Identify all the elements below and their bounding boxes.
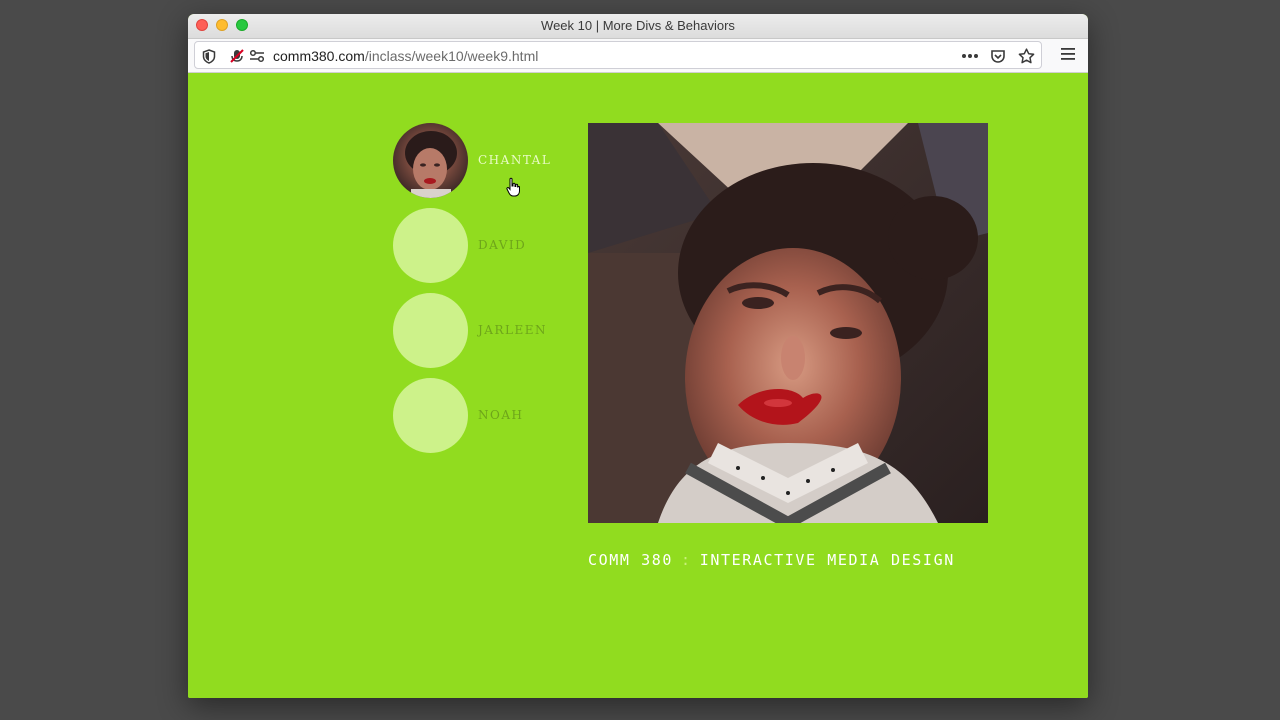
url-bar[interactable]: comm380.com/inclass/week10/week9.html — [194, 41, 1042, 69]
avatar-noah[interactable] — [393, 378, 468, 453]
featured-photo — [588, 123, 988, 523]
url-path: /inclass/week10/week9.html — [364, 48, 539, 64]
person-item-jarleen[interactable]: JARLEEN — [393, 293, 573, 369]
caption-course-title: INTERACTIVE MEDIA DESIGN — [699, 551, 955, 569]
browser-window: Week 10 | More Divs & Behaviors comm380.… — [188, 14, 1088, 698]
person-item-david[interactable]: DAVID — [393, 208, 573, 284]
permissions-icon[interactable] — [248, 47, 266, 65]
more-icon[interactable] — [961, 47, 979, 65]
menu-icon[interactable] — [1060, 47, 1078, 65]
caption-course-code: COMM 380 — [588, 551, 674, 569]
caption-separator: : — [681, 551, 692, 569]
avatar-chantal[interactable] — [393, 123, 468, 198]
hand-cursor-icon — [506, 177, 520, 197]
avatar-david[interactable] — [393, 208, 468, 283]
bookmark-star-icon[interactable] — [1017, 47, 1035, 65]
course-caption: COMM 380: INTERACTIVE MEDIA DESIGN — [588, 551, 955, 569]
person-name: NOAH — [478, 408, 524, 422]
title-bar: Week 10 | More Divs & Behaviors — [188, 14, 1088, 39]
page-content: CHANTAL DAVID JARLEEN NOAH COMM 380: IN… — [188, 73, 1088, 698]
url-domain: comm380.com — [273, 48, 365, 64]
avatar-jarleen[interactable] — [393, 293, 468, 368]
window-title: Week 10 | More Divs & Behaviors — [541, 18, 735, 33]
person-name: DAVID — [478, 238, 527, 252]
mic-blocked-icon[interactable] — [228, 47, 246, 65]
person-name: CHANTAL — [478, 153, 552, 167]
shield-icon[interactable] — [200, 47, 218, 65]
browser-toolbar: comm380.com/inclass/week10/week9.html — [188, 39, 1088, 73]
pocket-icon[interactable] — [989, 47, 1007, 65]
url-text[interactable]: comm380.com/inclass/week10/week9.html — [273, 48, 538, 64]
person-item-chantal[interactable]: CHANTAL — [393, 123, 573, 199]
person-item-noah[interactable]: NOAH — [393, 378, 573, 454]
person-name: JARLEEN — [478, 323, 547, 337]
